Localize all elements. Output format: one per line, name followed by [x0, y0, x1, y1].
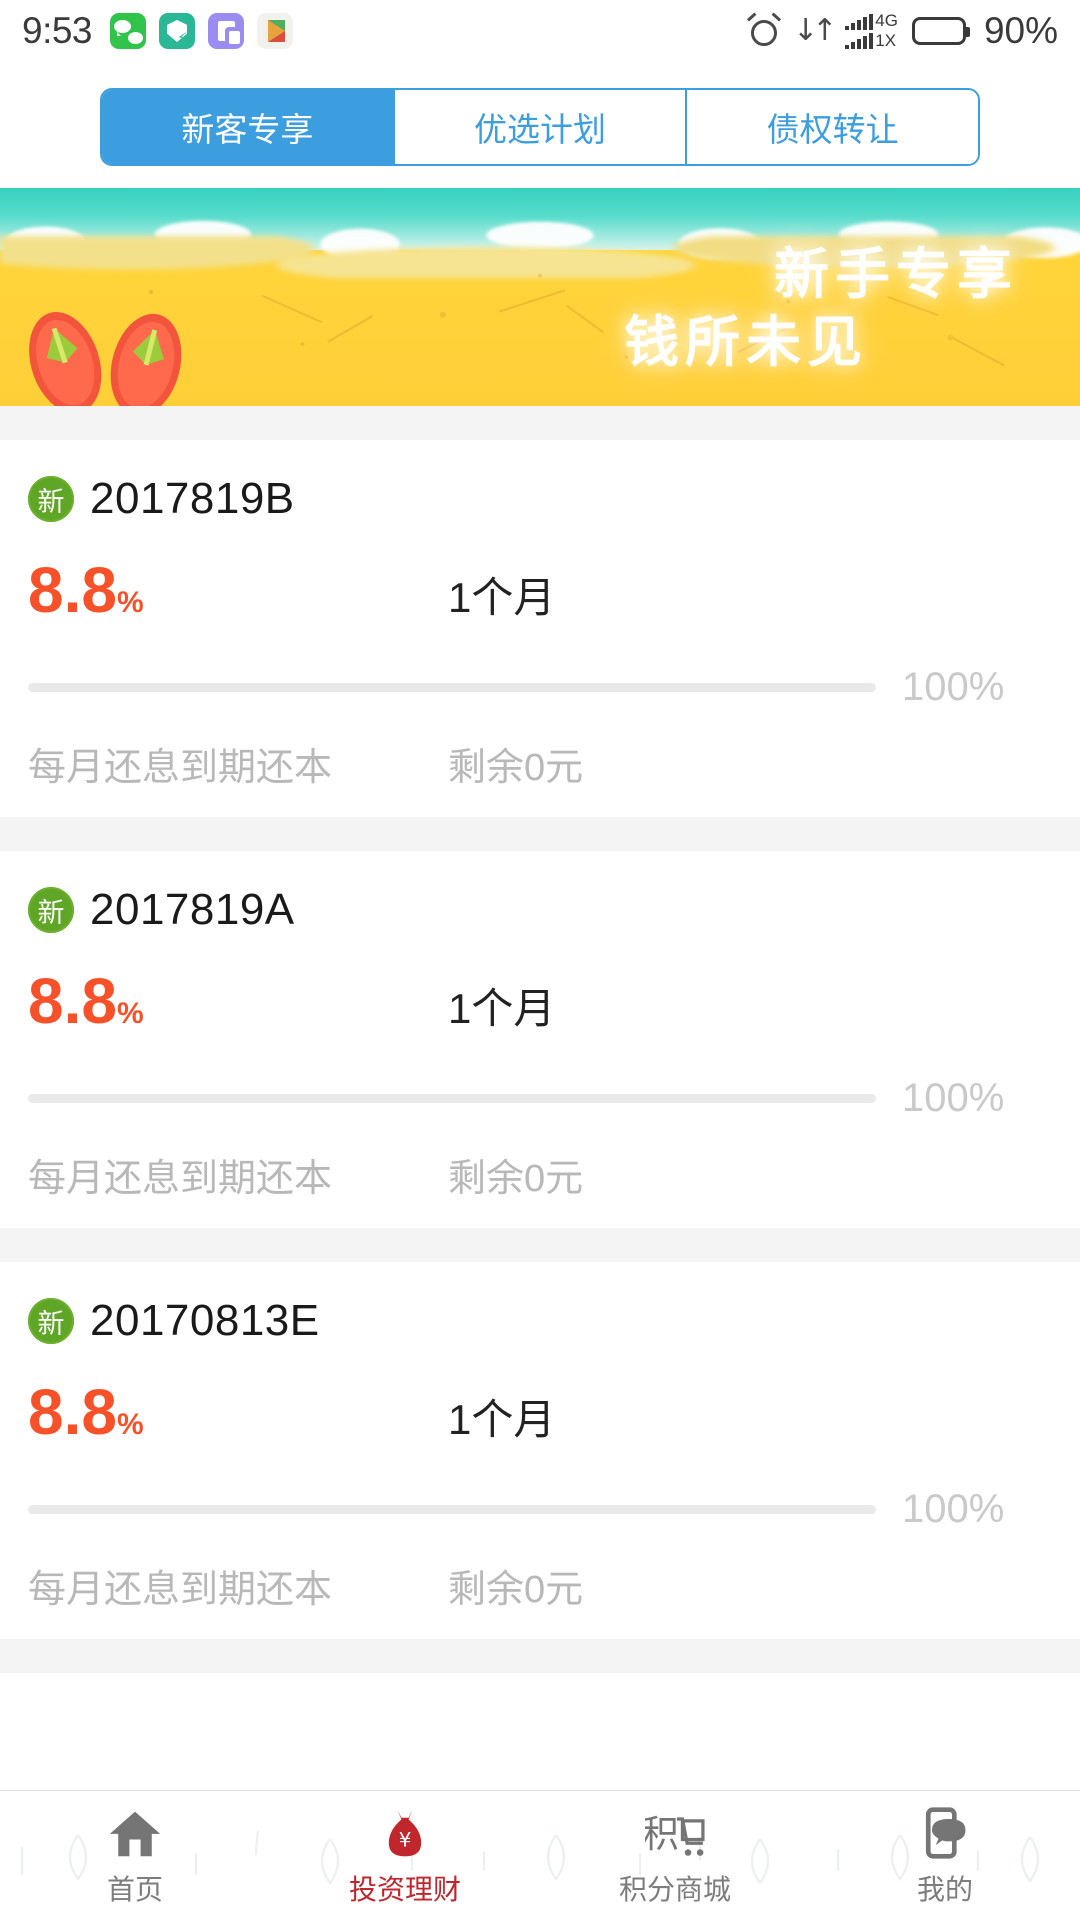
status-bar: 9:53 ⚡ ↓↑ 4G 1X 90% [0, 0, 1080, 62]
product-progress-row: 100% [28, 665, 1052, 710]
list-spacer [0, 1228, 1080, 1262]
signal-icon [845, 13, 874, 49]
battery-icon [911, 17, 970, 45]
product-title: 2017819A [90, 885, 295, 934]
nav-item-profile[interactable]: 我的 [810, 1804, 1080, 1908]
product-title: 2017819B [90, 474, 295, 523]
product-metrics: 8.8% 1个月 [28, 1380, 1052, 1447]
status-time: 9:53 [22, 10, 93, 51]
tab-bar-container: 新客专享 优选计划 债权转让 [0, 62, 1080, 188]
remaining-amount: 剩余0元 [448, 1158, 584, 1200]
status-app-icons: ⚡ [110, 13, 294, 49]
nav-item-home[interactable]: 首页 [0, 1804, 270, 1908]
list-spacer [0, 1639, 1080, 1673]
svg-text:积: 积 [645, 1811, 679, 1855]
svg-text:¥: ¥ [399, 1828, 412, 1851]
nav-item-home-label: 首页 [106, 1873, 163, 1905]
profile-phone-icon [915, 1804, 975, 1862]
product-card[interactable]: 新 2017819B 8.8% 1个月 100% 每月还息到期还本 剩余0元 [0, 440, 1080, 817]
repayment-method: 每月还息到期还本 [28, 747, 333, 789]
nav-item-invest[interactable]: ¥ 投资理财 [270, 1804, 540, 1908]
progress-percent-label: 100% [902, 1487, 1005, 1531]
network-type: 4G 1X [875, 11, 898, 50]
progress-percent-label: 100% [902, 1076, 1005, 1120]
tab-preferred-plan[interactable]: 优选计划 [392, 90, 686, 164]
remaining-amount: 剩余0元 [448, 747, 584, 789]
banner-headline: 新手专享 [773, 243, 1018, 305]
security-shield-icon: ⚡ [159, 13, 196, 49]
banner-subline: 钱所未见 [623, 310, 868, 373]
new-badge: 新 [28, 476, 74, 522]
product-title: 20170813E [90, 1296, 320, 1345]
product-term: 1个月 [448, 574, 556, 621]
battery-percent: 90% [983, 10, 1058, 51]
product-rate-unit: % [116, 997, 144, 1030]
tab-preferred-plan-label: 优选计划 [474, 111, 606, 148]
tab-debt-transfer-label: 债权转让 [766, 111, 899, 148]
promo-banner[interactable]: 新手专享 钱所未见 [0, 188, 1080, 406]
network-main-label: 4G [875, 11, 898, 31]
new-badge: 新 [28, 887, 74, 933]
product-rate-value: 8.8 [28, 1376, 117, 1448]
remaining-amount: 剩余0元 [448, 1569, 584, 1611]
product-rate-value: 8.8 [28, 965, 117, 1037]
bottom-navigation-bar: 首页 ¥ 投资理财 积 积分商城 我的 [0, 1790, 1080, 1920]
product-progress-row: 100% [28, 1487, 1052, 1532]
google-play-icon [257, 13, 294, 49]
product-card[interactable]: 新 20170813E 8.8% 1个月 100% 每月还息到期还本 剩余0元 [0, 1262, 1080, 1639]
segmented-tab-bar: 新客专享 优选计划 债权转让 [100, 88, 980, 166]
tab-debt-transfer[interactable]: 债权转让 [685, 90, 978, 164]
network-sub-label: 1X [875, 31, 897, 50]
product-progress-row: 100% [28, 1076, 1052, 1121]
progress-bar-track [28, 1094, 876, 1103]
list-spacer [0, 406, 1080, 440]
product-card[interactable]: 新 2017819A 8.8% 1个月 100% 每月还息到期还本 剩余0元 [0, 851, 1080, 1228]
nav-item-points-mall[interactable]: 积 积分商城 [540, 1804, 810, 1908]
product-rate: 8.8% [28, 1380, 448, 1444]
repayment-method: 每月还息到期还本 [28, 1569, 333, 1611]
product-rate: 8.8% [28, 969, 448, 1033]
new-badge: 新 [28, 1298, 74, 1344]
nav-item-points-mall-label: 积分商城 [618, 1873, 731, 1905]
tab-new-customer-label: 新客专享 [181, 111, 314, 148]
product-rate: 8.8% [28, 558, 448, 622]
product-term: 1个月 [448, 985, 556, 1032]
product-footer: 每月还息到期还本 剩余0元 [28, 1558, 1052, 1613]
nav-item-invest-label: 投资理财 [348, 1873, 461, 1905]
product-rate-unit: % [116, 586, 144, 619]
product-footer: 每月还息到期还本 剩余0元 [28, 736, 1052, 791]
wechat-icon [110, 13, 147, 49]
product-metrics: 8.8% 1个月 [28, 558, 1052, 625]
status-right-icons: ↓↑ 4G 1X 90% [746, 10, 1058, 52]
progress-bar-track [28, 1505, 876, 1514]
product-term: 1个月 [448, 1396, 556, 1443]
product-header: 新 20170813E [28, 1296, 1052, 1346]
home-icon [105, 1804, 165, 1862]
money-bag-icon: ¥ [375, 1804, 435, 1862]
banner-text-block: 新手专享 钱所未见 [623, 243, 1018, 373]
product-rate-value: 8.8 [28, 554, 117, 626]
repayment-method: 每月还息到期还本 [28, 1158, 333, 1200]
progress-bar-track [28, 683, 876, 692]
product-header: 新 2017819A [28, 885, 1052, 935]
product-header: 新 2017819B [28, 474, 1052, 524]
progress-percent-label: 100% [902, 665, 1005, 709]
nav-item-profile-label: 我的 [916, 1873, 973, 1905]
product-metrics: 8.8% 1个月 [28, 969, 1052, 1036]
list-spacer [0, 817, 1080, 851]
purple-app-icon [208, 13, 245, 49]
product-footer: 每月还息到期还本 剩余0元 [28, 1147, 1052, 1202]
flip-flops-illustration [29, 312, 182, 406]
data-transfer-icon: ↓↑ [792, 13, 837, 48]
product-rate-unit: % [116, 1408, 144, 1441]
alarm-icon [746, 12, 782, 46]
tab-new-customer[interactable]: 新客专享 [102, 90, 393, 164]
points-mall-cart-icon: 积 [645, 1804, 705, 1862]
